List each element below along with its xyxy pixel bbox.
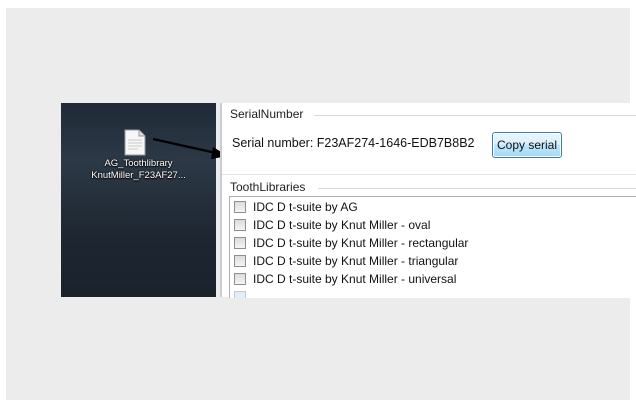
libraries-group-title: ToothLibraries: [230, 180, 310, 194]
tooth-libraries-list[interactable]: IDC D t-suite by AG IDC D t-suite by Knu…: [229, 196, 636, 298]
checkbox[interactable]: [234, 273, 246, 285]
list-item-label: IDC D t-suite by Knut Miller - oval: [253, 218, 431, 232]
copy-serial-button[interactable]: Copy serial: [492, 132, 562, 158]
serial-groupbox-bottom: [222, 174, 636, 175]
file-label-line-2: KnutMiller_F23AF27...: [91, 170, 186, 181]
desktop-area: AG_Toothlibrary KnutMiller_F23AF27...: [61, 103, 216, 297]
file-label-line-1: AG_Toothlibrary: [104, 158, 173, 169]
checkbox[interactable]: [234, 237, 246, 249]
annotation-arrow: [152, 137, 228, 159]
checkbox[interactable]: [234, 291, 246, 298]
libraries-groupbox-border: [318, 188, 636, 189]
list-item-label: IDC D t-suite by Knut Miller - rectangul…: [253, 236, 469, 250]
serial-group-title: SerialNumber: [230, 107, 308, 121]
app-window: SerialNumber Serial number: F23AF274-164…: [220, 103, 636, 298]
checkbox[interactable]: [234, 201, 246, 213]
checkbox[interactable]: [234, 219, 246, 231]
serial-groupbox-border: [314, 115, 636, 116]
document-icon[interactable]: [124, 129, 146, 156]
checkbox[interactable]: [234, 255, 246, 267]
list-item-label: IDC D t-suite by AG: [253, 200, 358, 214]
list-item-label: IDC D t-suite by Knut Miller - universal: [253, 272, 457, 286]
list-item-label: IDC D t-suite by Knut Miller - triangula…: [253, 254, 459, 268]
desktop-file-label[interactable]: AG_Toothlibrary KnutMiller_F23AF27...: [61, 158, 216, 182]
